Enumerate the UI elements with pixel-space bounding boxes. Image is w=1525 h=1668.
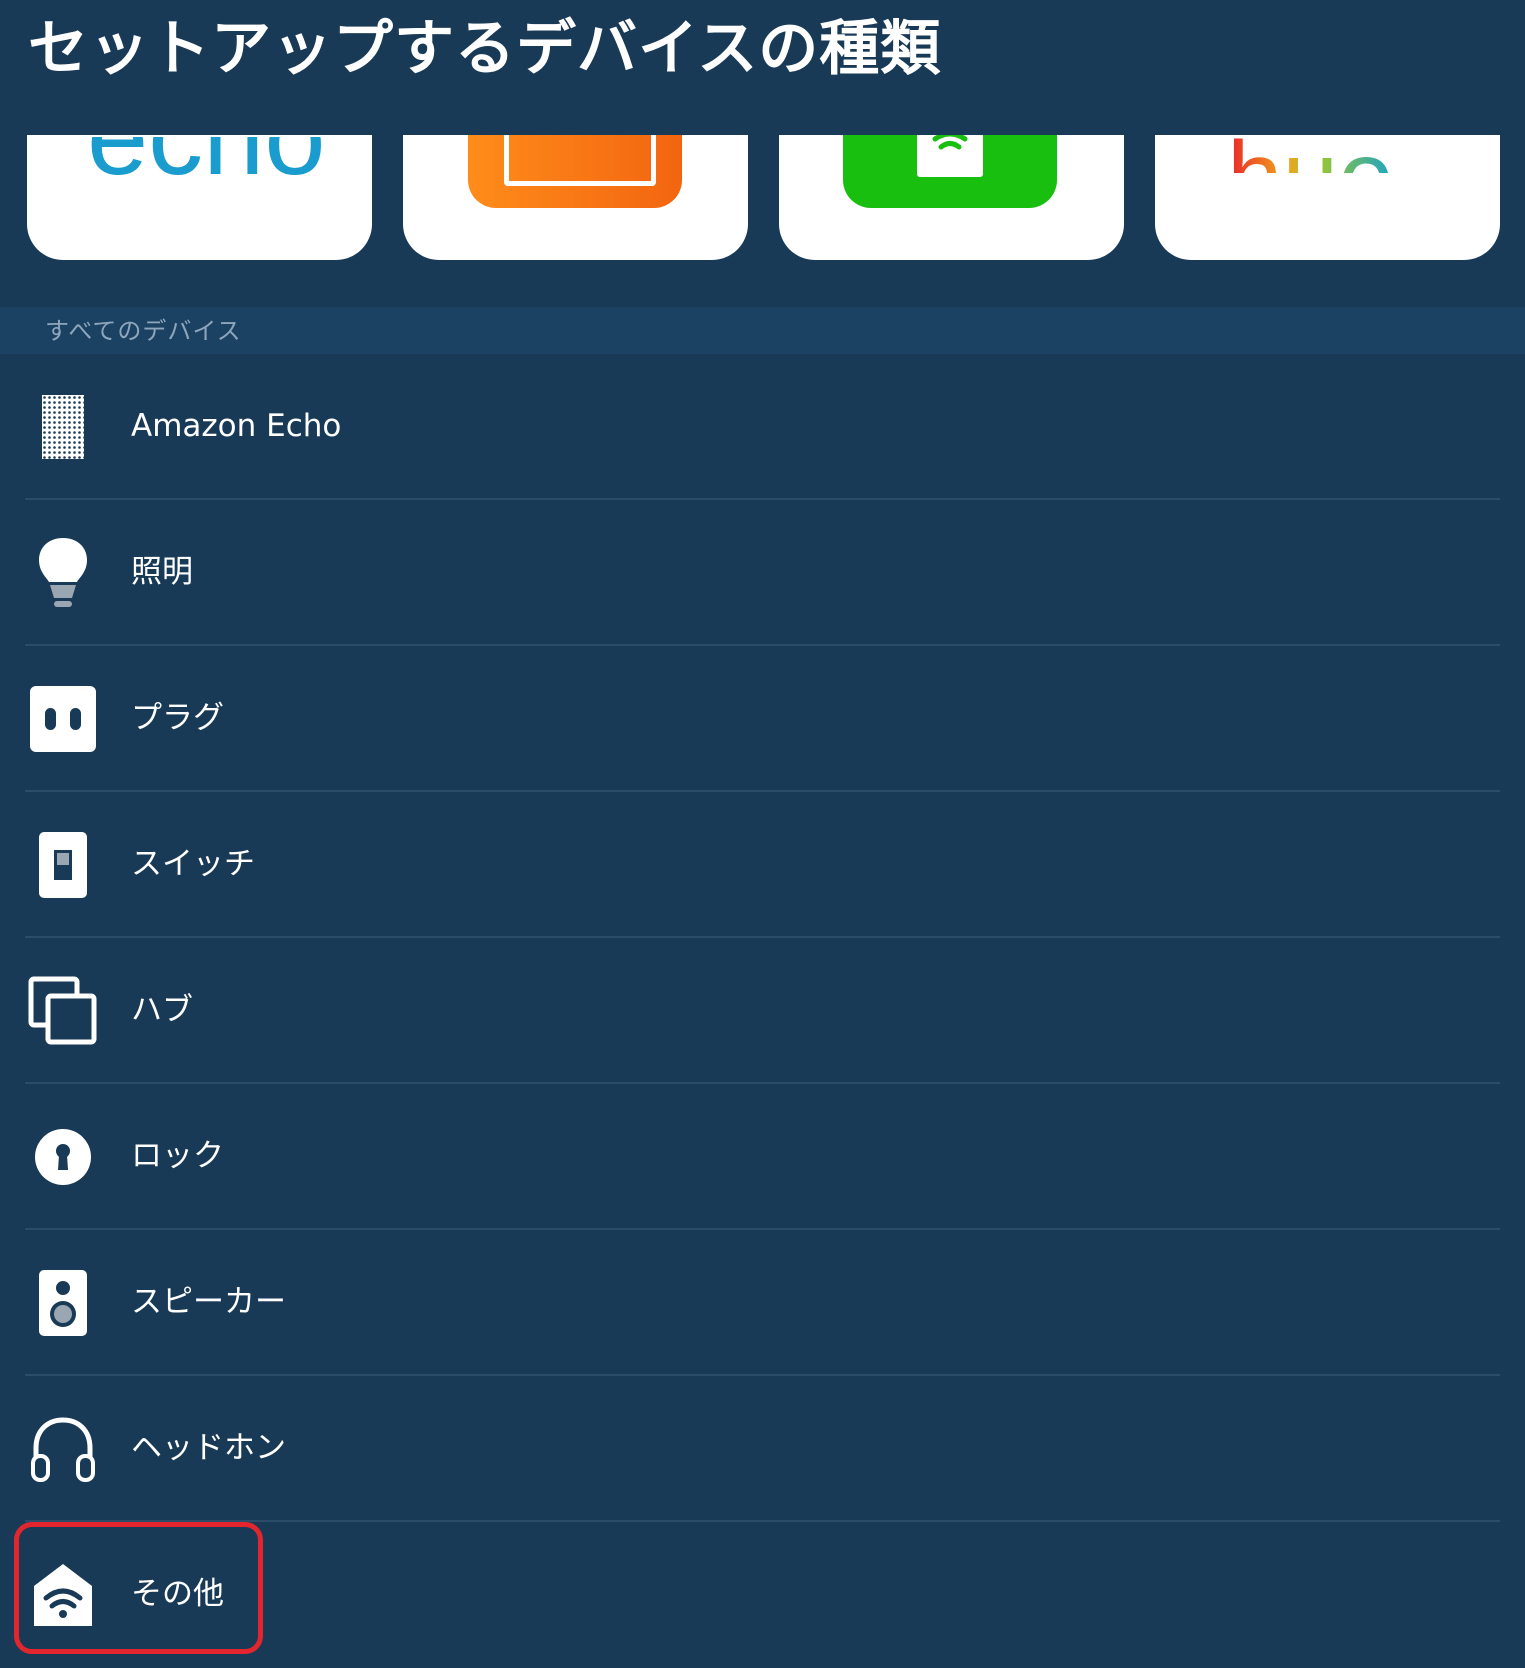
list-item-hub[interactable]: ハブ [0, 938, 1525, 1084]
list-item-light[interactable]: 照明 [0, 500, 1525, 646]
brand-card-wifi[interactable] [779, 135, 1124, 260]
highlight-annotation [14, 1522, 263, 1654]
page-title: セットアップするデバイスの種類 [28, 14, 942, 84]
hub-icon [26, 974, 100, 1048]
device-label: 照明 [131, 554, 193, 590]
device-label: スピーカー [131, 1284, 286, 1320]
echo-speaker-icon [26, 390, 100, 464]
device-label: ロック [131, 1138, 224, 1174]
list-item-plug[interactable]: プラグ [0, 646, 1525, 792]
device-label: Amazon Echo [131, 408, 342, 444]
list-item-speaker[interactable]: スピーカー [0, 1230, 1525, 1376]
list-item-headphones[interactable]: ヘッドホン [0, 1376, 1525, 1522]
speaker-icon [26, 1266, 100, 1340]
brand-card-echo[interactable]: echo [27, 135, 372, 260]
brand-card-hue[interactable]: hue [1155, 135, 1500, 260]
device-label: ハブ [131, 992, 193, 1028]
switch-icon [26, 828, 100, 902]
headphones-icon [26, 1412, 100, 1486]
fire-tv-logo [468, 135, 682, 208]
list-item-switch[interactable]: スイッチ [0, 792, 1525, 938]
plug-icon [26, 682, 100, 756]
section-label: すべてのデバイス [45, 317, 242, 345]
list-item-lock[interactable]: ロック [0, 1084, 1525, 1230]
light-bulb-icon [26, 536, 100, 610]
hue-logo: hue [1227, 137, 1394, 173]
lock-icon [26, 1120, 100, 1194]
device-label: プラグ [131, 700, 224, 736]
list-item-amazon-echo[interactable]: Amazon Echo [0, 354, 1525, 500]
echo-logo: echo [87, 137, 326, 177]
section-header: すべてのデバイス [0, 307, 1525, 354]
device-list: Amazon Echo 照明 プラグ スイッチ ハブ ロック スピーカー ヘッド… [0, 354, 1525, 1668]
wifi-icon [932, 135, 968, 150]
device-label: ヘッドホン [131, 1430, 286, 1466]
brand-card-fire-tv[interactable] [403, 135, 748, 260]
wifi-brand-logo [843, 135, 1057, 208]
brand-carousel[interactable]: echo hue [0, 135, 1525, 260]
device-label: スイッチ [131, 846, 255, 882]
